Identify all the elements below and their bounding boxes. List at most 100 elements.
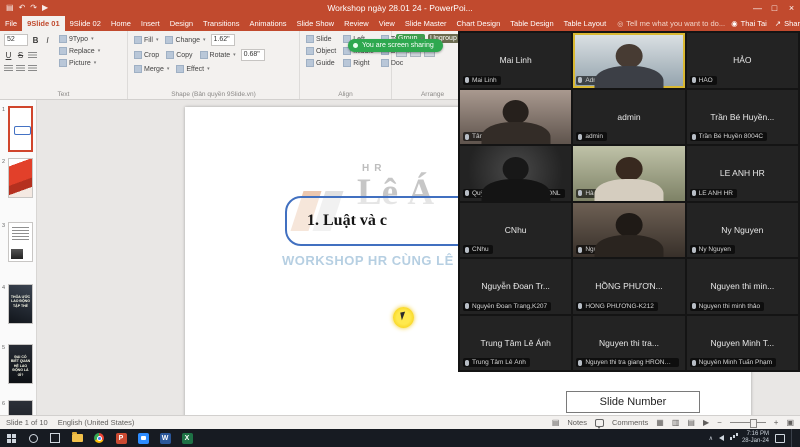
participant-tile[interactable]: Tâm Lê [460,90,571,145]
align-left-icon[interactable] [28,52,37,59]
zoom-out-button[interactable]: − [717,418,722,427]
bold-button[interactable]: B [31,36,40,45]
tab-view[interactable]: View [374,16,400,31]
account-button[interactable]: ◉ Thai Tai [731,19,767,28]
tab-home[interactable]: Home [106,16,136,31]
tab-insert[interactable]: Insert [136,16,165,31]
align-right-icon[interactable] [16,65,25,72]
participant-tile[interactable]: Quỳnh Nguyễn K19HCM6ONL [460,146,571,201]
crop-button[interactable]: Crop [132,50,161,60]
action-center-icon[interactable] [775,434,785,443]
thumbnail-image[interactable] [8,400,33,415]
taskbar-clock[interactable]: 7:16 PM 28-Jan-24 [742,431,769,445]
thumbnail-image[interactable] [8,158,33,198]
file-explorer-button[interactable] [66,429,88,447]
thumbnail-image[interactable] [8,222,33,262]
slide-thumbnail[interactable]: 4 THỎA ƯỚC LAO ĐỘNG TẬP THỂ [8,284,33,324]
font-size-field[interactable]: 52 [4,34,28,46]
effect-button[interactable]: Effect [174,64,211,74]
slideshow-view-icon[interactable]: ▶ [703,418,709,427]
tab-design[interactable]: Design [165,16,198,31]
align-right-button[interactable]: Right [341,58,376,68]
tell-me-box[interactable]: ◎ Tell me what you want to do... [611,16,731,31]
align-object-button[interactable]: Object [304,46,338,56]
reading-view-icon[interactable]: ▤ [687,418,695,427]
minimize-button[interactable]: — [749,0,766,16]
tray-chevron-icon[interactable]: ∧ [709,435,713,442]
picture-button[interactable]: Picture [57,58,102,68]
search-button[interactable] [22,429,44,447]
shape-height-field[interactable]: 0.68" [241,49,265,61]
tab-9slide-02[interactable]: 9Slide 02 [65,16,106,31]
slide-thumbnail[interactable]: 1 [8,106,33,152]
guide-button[interactable]: Guide [304,58,338,68]
tab-transitions[interactable]: Transitions [198,16,244,31]
zoom-app-button[interactable] [132,429,154,447]
rotate-button[interactable]: Rotate [198,50,238,60]
merge-button[interactable]: Merge [132,64,171,74]
thumbnail-image[interactable]: THỎA ƯỚC LAO ĐỘNG TẬP THỂ [8,284,33,324]
participant-tile[interactable]: Nguyen Minh T... Nguyễn Minh Tuấn Phạm [687,316,798,371]
undo-icon[interactable]: ↶ [19,0,26,16]
participant-tile[interactable]: Nguyễn Hồng Hên [573,203,684,258]
zoom-slider[interactable] [730,422,766,423]
participant-tile[interactable]: Trung Tâm Lê Ánh Trung Tâm Lê Ánh [460,316,571,371]
fit-slide-button[interactable]: ▣ [786,418,794,427]
align-center-icon[interactable] [4,65,13,72]
save-icon[interactable]: ▤ [6,0,14,16]
word-button[interactable]: W [154,429,176,447]
participant-tile[interactable]: Nguyen thi min... Nguyen thi minh thảo [687,259,798,314]
change-button[interactable]: Change [163,35,207,45]
participant-tile[interactable]: Hà Nguyễn [573,146,684,201]
tab-file[interactable]: File [0,16,22,31]
participant-tile[interactable]: HẢO HẢO [687,33,798,88]
participant-tile[interactable]: LE ANH HR LE ANH HR [687,146,798,201]
tab-review[interactable]: Review [339,16,374,31]
start-slideshow-icon[interactable]: ▶ [42,0,48,16]
fill-button[interactable]: Fill [132,35,160,45]
participant-tile[interactable]: admin admin [573,90,684,145]
show-desktop-button[interactable] [791,429,795,447]
italic-button[interactable]: I [43,36,52,45]
normal-view-icon[interactable]: ▦ [656,418,664,427]
tab-slide-show[interactable]: Slide Show [292,16,340,31]
slide-number-textbox[interactable]: Slide Number [566,391,700,413]
screen-sharing-banner[interactable]: You are screen sharing [348,39,443,52]
underline-button[interactable]: U [4,51,13,60]
slide-thumbnail[interactable]: 3 [8,222,33,262]
powerpoint-button[interactable]: P [110,429,132,447]
comments-button[interactable]: Comments [612,418,648,427]
start-button[interactable] [0,429,22,447]
shape-width-field[interactable]: 1.62" [211,34,235,46]
chrome-button[interactable] [88,429,110,447]
participant-tile[interactable]: CNhu CNhu [460,203,571,258]
excel-button[interactable]: X [176,429,198,447]
replace-button[interactable]: Replace [57,46,102,56]
participant-tile[interactable]: Trần Bé Huyền... Trần Bé Huyền 8004C [687,90,798,145]
redo-icon[interactable]: ↷ [30,0,37,16]
slide-thumbnail[interactable]: 5 ĐẠI CÓ BIẾT QUAN HỆ LAO ĐỘNG LÀ GÌ? [8,344,33,384]
maximize-button[interactable]: □ [766,0,783,16]
align-slide-button[interactable]: Slide [304,34,338,44]
tab-slide-master[interactable]: Slide Master [400,16,452,31]
participant-tile[interactable]: Admin LHC [573,33,684,88]
tab-table-design[interactable]: Table Design [505,16,558,31]
slide-thumbnail[interactable]: 2 [8,158,33,198]
share-button[interactable]: ↗ Share [775,19,800,28]
slide-sorter-view-icon[interactable]: ▥ [672,418,680,427]
thumbnail-image[interactable]: ĐẠI CÓ BIẾT QUAN HỆ LAO ĐỘNG LÀ GÌ? [8,344,33,384]
task-view-button[interactable] [44,429,66,447]
participant-tile[interactable]: Nguyen thi tra... Nguyen thi tra giang H… [573,316,684,371]
zoom-in-button[interactable]: + [774,418,779,427]
volume-icon[interactable] [719,435,724,441]
network-icon[interactable] [730,437,732,440]
copy-button[interactable]: Copy [164,50,194,60]
slide-thumbnail[interactable]: 6 [8,400,33,415]
tab-animations[interactable]: Animations [244,16,291,31]
notes-button[interactable]: Notes [567,418,587,427]
participant-tile[interactable]: Nguyễn Đoan Tr... Nguyễn Đoan Trang,K207 [460,259,571,314]
strikethrough-button[interactable]: S [16,51,25,60]
language-indicator[interactable]: English (United States) [58,418,135,427]
participant-tile[interactable]: HỒNG PHƯƠN... HỒNG PHƯƠNG-K212 [573,259,684,314]
thumbnail-image[interactable] [8,106,33,152]
